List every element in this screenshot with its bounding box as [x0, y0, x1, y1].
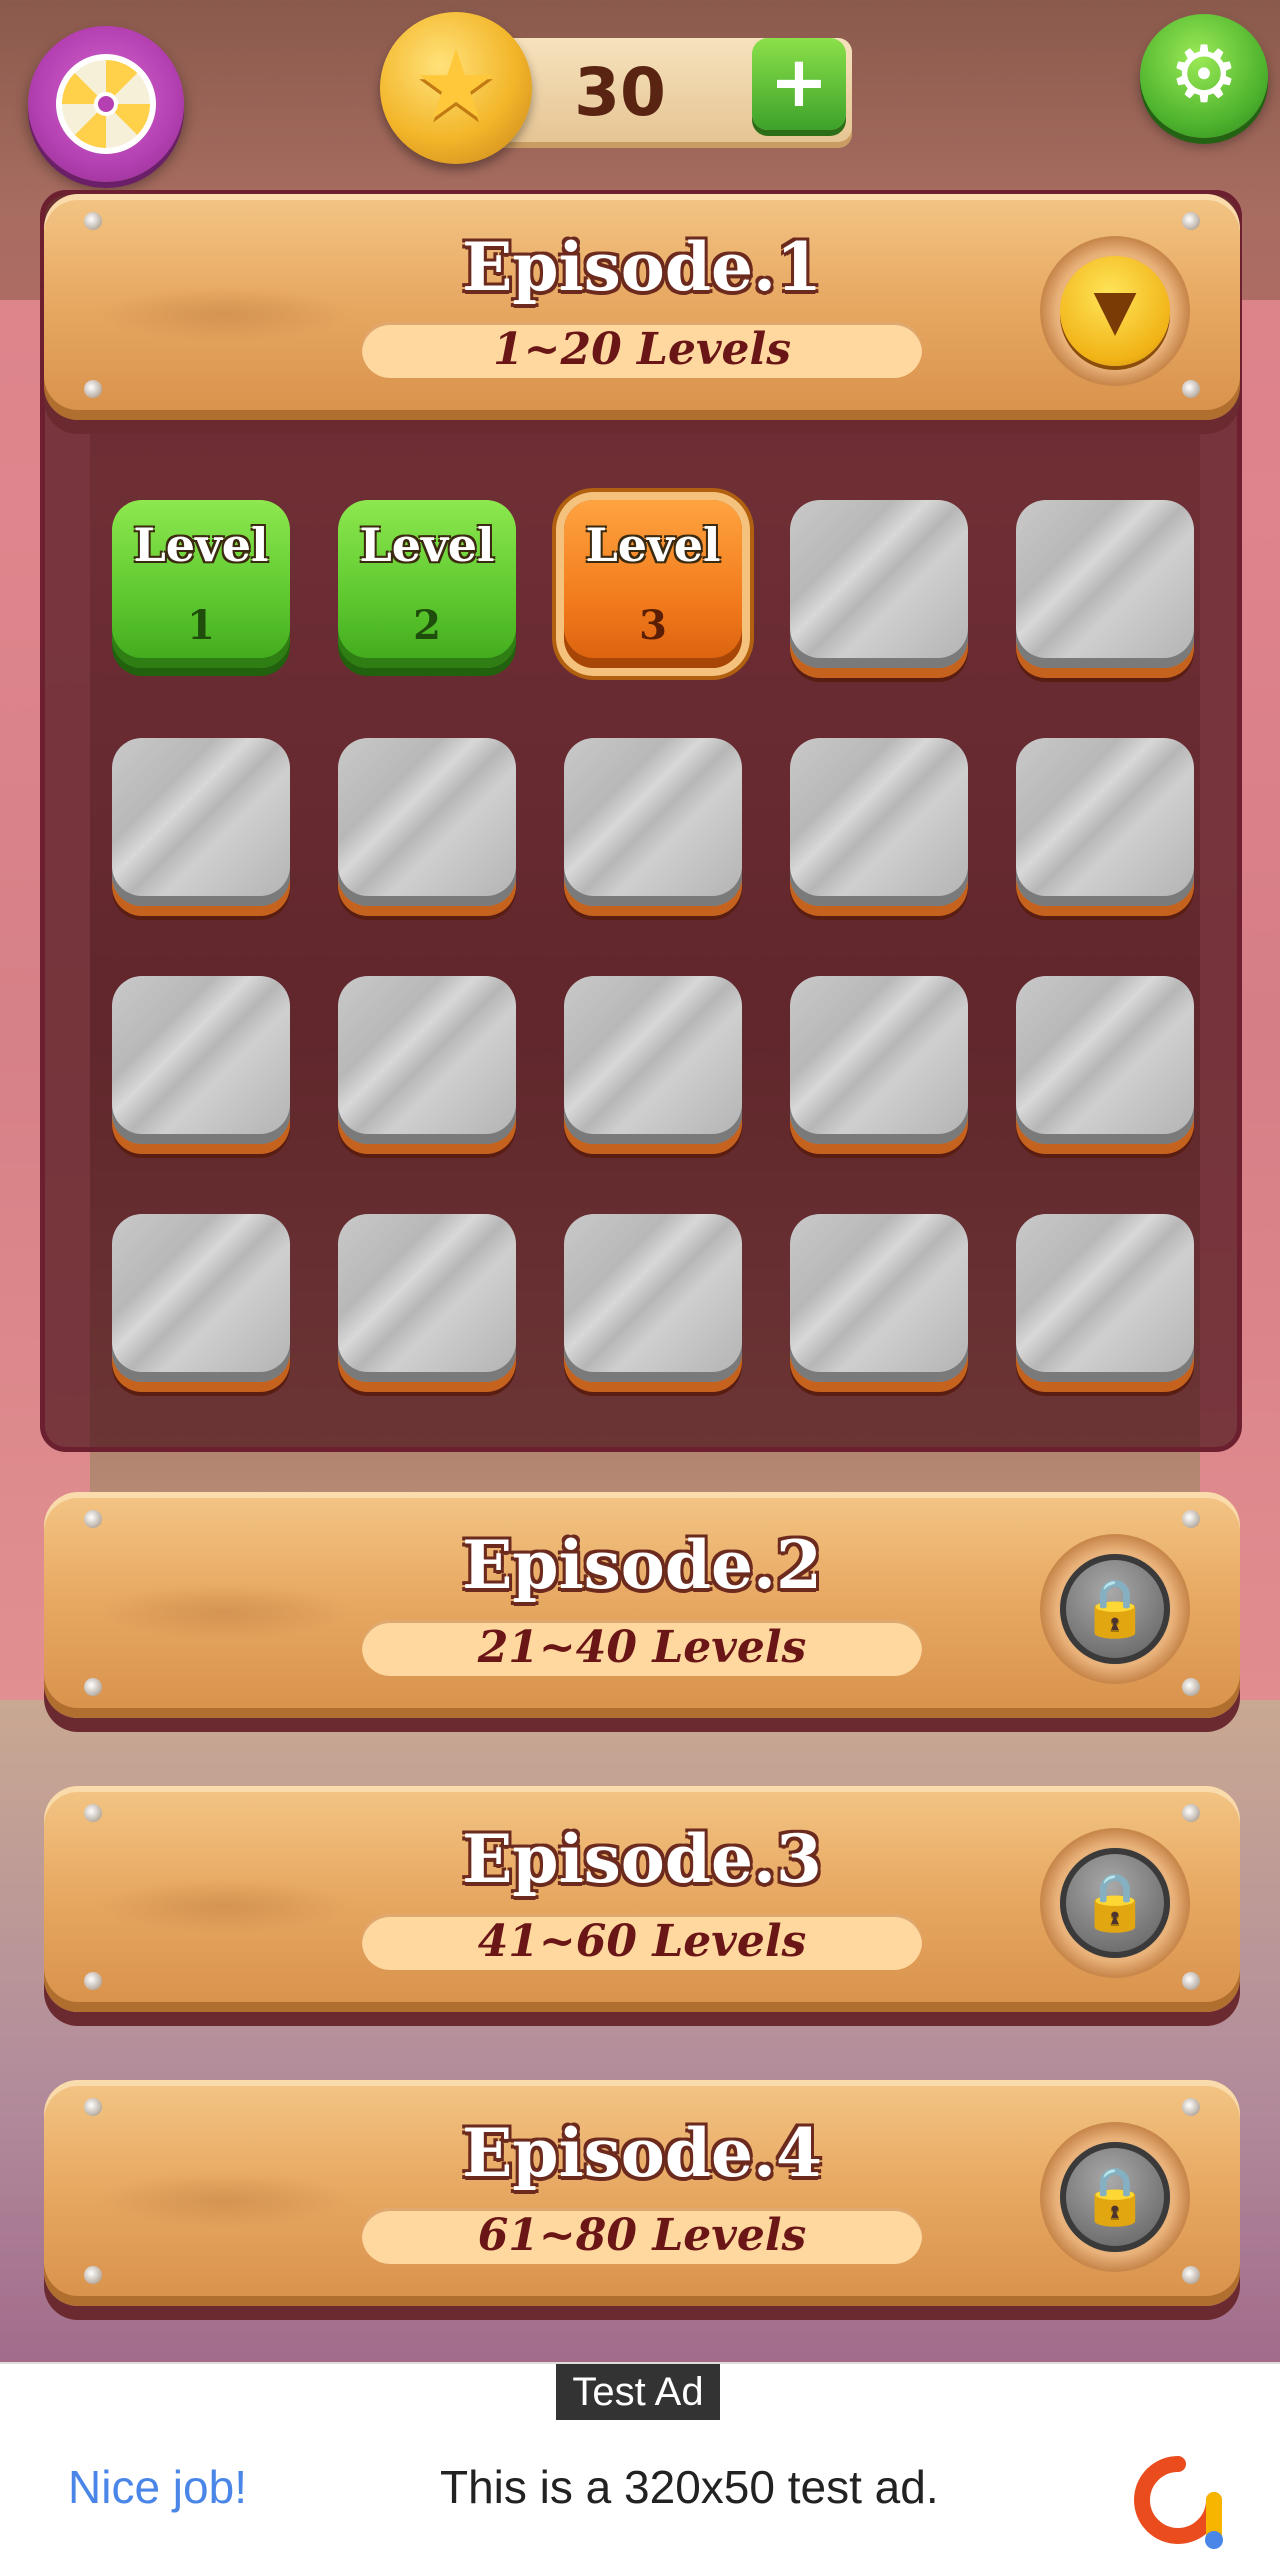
- ad-tag: Test Ad: [556, 2364, 720, 2420]
- level-tile-6: [112, 738, 290, 906]
- ad-banner[interactable]: Test Ad Nice job! This is a 320x50 test …: [0, 2362, 1280, 2562]
- level-tile-5: [1016, 500, 1194, 668]
- level-number: 2: [413, 602, 441, 649]
- episode-2-header[interactable]: Episode.2 21~40 Levels 🔒: [44, 1492, 1240, 1718]
- ad-message: This is a 320x50 test ad.: [440, 2461, 939, 2513]
- ad-logo-icon: [1134, 2456, 1223, 2549]
- level-number: 1: [187, 602, 215, 649]
- level-tile-7: [338, 738, 516, 906]
- level-tile-1[interactable]: Level 1: [112, 500, 290, 668]
- level-tile-2[interactable]: Level 2: [338, 500, 516, 668]
- level-tile-11: [112, 976, 290, 1144]
- episode-3-header[interactable]: Episode.3 41~60 Levels 🔒: [44, 1786, 1240, 2012]
- level-tile-19: [790, 1214, 968, 1382]
- level-label: Level: [585, 518, 721, 572]
- nail: [1182, 2266, 1200, 2284]
- episode-level-range: 41~60 Levels: [362, 1914, 922, 1970]
- level-tile-4: [790, 500, 968, 668]
- level-tile-3[interactable]: Level 3: [564, 500, 742, 668]
- nail: [1182, 380, 1200, 398]
- episode-level-range: 1~20 Levels: [362, 322, 922, 378]
- level-number: 3: [639, 602, 667, 649]
- level-tile-9: [790, 738, 968, 906]
- level-tile-16: [112, 1214, 290, 1382]
- nail: [84, 1972, 102, 1990]
- level-tile-17: [338, 1214, 516, 1382]
- level-label: Level: [359, 518, 495, 572]
- episode-lock-button[interactable]: 🔒: [1040, 1828, 1190, 1978]
- star-coin-icon: ★: [380, 12, 532, 164]
- settings-button[interactable]: ⚙: [1140, 14, 1268, 138]
- episode-lock-button[interactable]: 🔒: [1040, 2122, 1190, 2272]
- plus-icon: +: [769, 41, 829, 123]
- episode-lock-button[interactable]: 🔒: [1040, 1534, 1190, 1684]
- coin-count: 30: [574, 54, 666, 131]
- level-label: Level: [133, 518, 269, 572]
- lock-icon: 🔒: [1060, 1554, 1170, 1664]
- level-tile-20: [1016, 1214, 1194, 1382]
- gear-icon: ⚙: [1169, 30, 1239, 120]
- prize-wheel-button[interactable]: [28, 26, 184, 182]
- chevron-down-icon: ▼: [1060, 256, 1170, 366]
- episode-4-header[interactable]: Episode.4 61~80 Levels 🔒: [44, 2080, 1240, 2306]
- add-coins-button[interactable]: +: [752, 38, 846, 130]
- episode-level-range: 21~40 Levels: [362, 1620, 922, 1676]
- level-tile-14: [790, 976, 968, 1144]
- nail: [1182, 1972, 1200, 1990]
- collapse-episode-button[interactable]: ▼: [1040, 236, 1190, 386]
- ad-cta-link[interactable]: Nice job!: [68, 2460, 247, 2514]
- episode-level-range: 61~80 Levels: [362, 2208, 922, 2264]
- prize-wheel-hub: [94, 92, 118, 116]
- lock-icon: 🔒: [1060, 2142, 1170, 2252]
- lock-icon: 🔒: [1060, 1848, 1170, 1958]
- nail: [84, 2266, 102, 2284]
- level-tile-18: [564, 1214, 742, 1382]
- level-tile-10: [1016, 738, 1194, 906]
- level-tile-13: [564, 976, 742, 1144]
- level-tile-15: [1016, 976, 1194, 1144]
- episode-1-header[interactable]: Episode.1 1~20 Levels ▼: [44, 194, 1240, 420]
- nail: [84, 1678, 102, 1696]
- nail: [84, 380, 102, 398]
- nail: [1182, 1678, 1200, 1696]
- level-tile-12: [338, 976, 516, 1144]
- level-tile-8: [564, 738, 742, 906]
